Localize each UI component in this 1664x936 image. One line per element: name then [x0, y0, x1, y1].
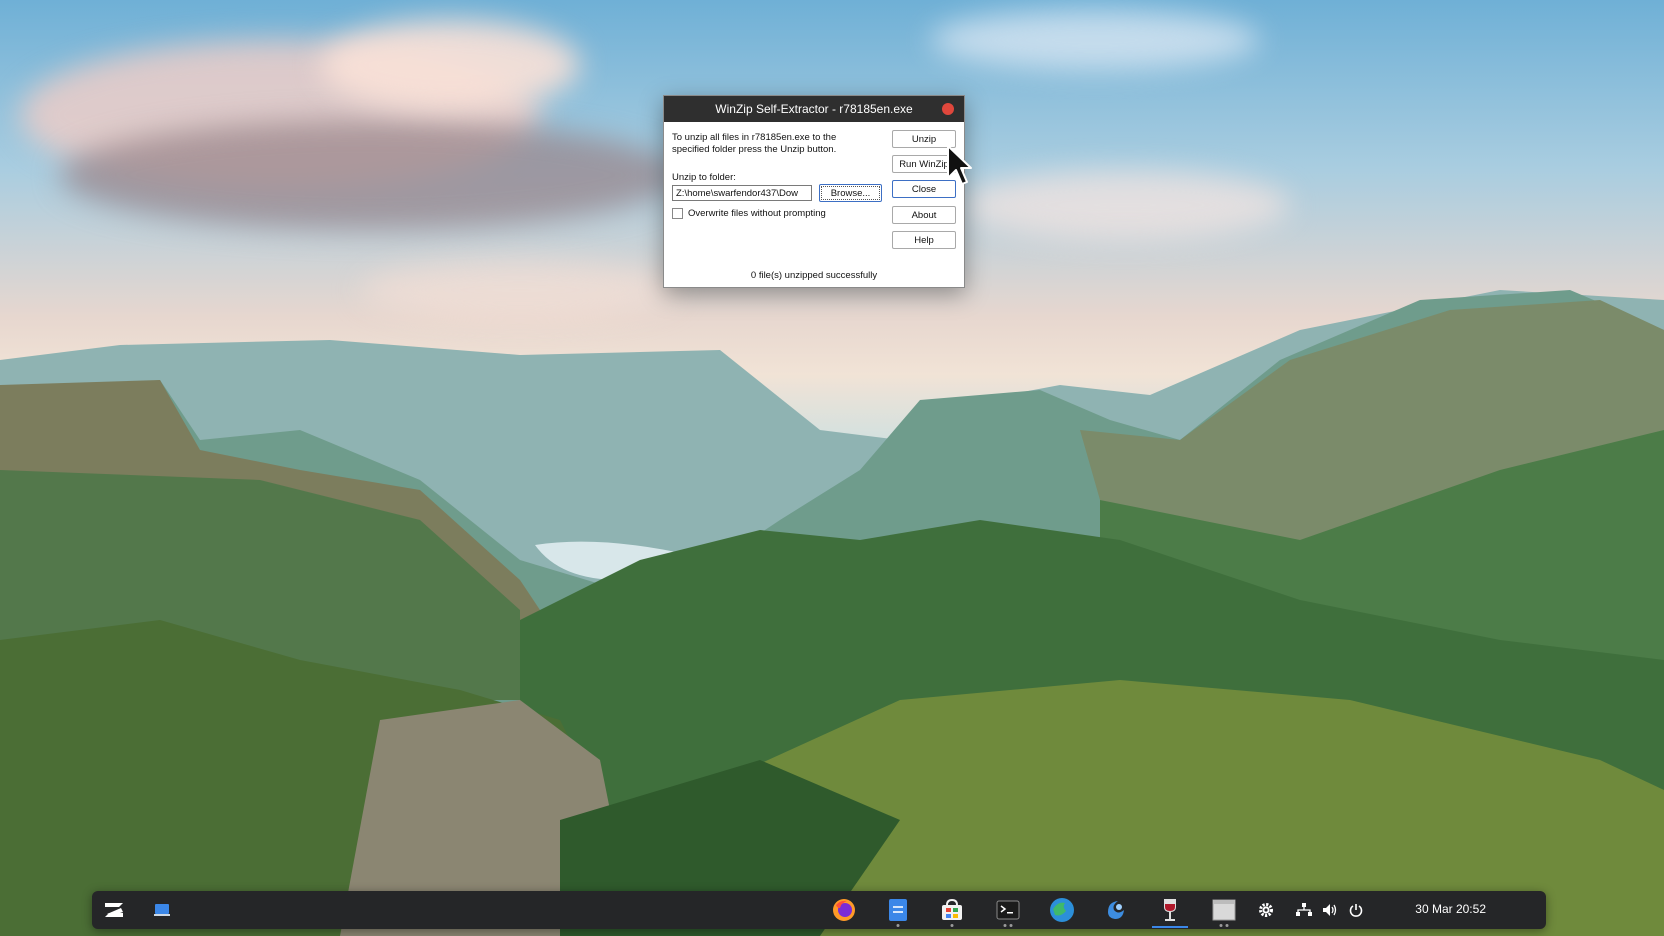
web-browser-icon[interactable] — [1048, 897, 1076, 923]
instructions-text: To unzip all files in r78185en.exe to th… — [672, 132, 837, 155]
mouse-cursor-icon — [947, 145, 972, 185]
about-button[interactable]: About — [892, 206, 956, 224]
terminal-icon[interactable] — [994, 897, 1022, 927]
help-button[interactable]: Help — [892, 231, 956, 249]
power-icon[interactable] — [1342, 897, 1370, 923]
overwrite-checkbox[interactable] — [672, 208, 683, 219]
window-icon[interactable] — [1210, 897, 1238, 927]
software-store-icon[interactable] — [938, 897, 966, 927]
browse-button[interactable]: Browse... — [819, 184, 882, 202]
taskbar: 30 Mar 20:52 — [92, 891, 1546, 929]
status-message: 0 file(s) unzipped successfully — [750, 270, 878, 281]
show-desktop-icon[interactable] — [148, 897, 176, 923]
overwrite-label: Overwrite files without prompting — [688, 208, 826, 219]
winzip-self-extractor-dialog: WinZip Self-Extractor - r78185en.exe To … — [663, 95, 965, 288]
overwrite-option[interactable]: Overwrite files without prompting — [672, 208, 826, 219]
unzip-folder-input[interactable] — [672, 185, 812, 201]
dialog-title: WinZip Self-Extractor - r78185en.exe — [715, 102, 913, 116]
volume-icon[interactable] — [1316, 897, 1344, 923]
files-icon[interactable] — [884, 897, 912, 927]
network-icon[interactable] — [1290, 897, 1318, 923]
close-window-icon[interactable] — [942, 103, 954, 115]
firefox-icon[interactable] — [830, 897, 858, 923]
clock[interactable]: 30 Mar 20:52 — [1415, 902, 1486, 916]
wine-icon[interactable] — [1152, 897, 1188, 928]
settings-icon[interactable] — [1252, 897, 1280, 923]
app-blue-swirl-icon[interactable] — [1102, 897, 1130, 923]
unzip-folder-label: Unzip to folder: — [672, 172, 736, 183]
dialog-titlebar[interactable]: WinZip Self-Extractor - r78185en.exe — [664, 96, 964, 122]
zorin-logo-icon[interactable] — [100, 897, 128, 923]
